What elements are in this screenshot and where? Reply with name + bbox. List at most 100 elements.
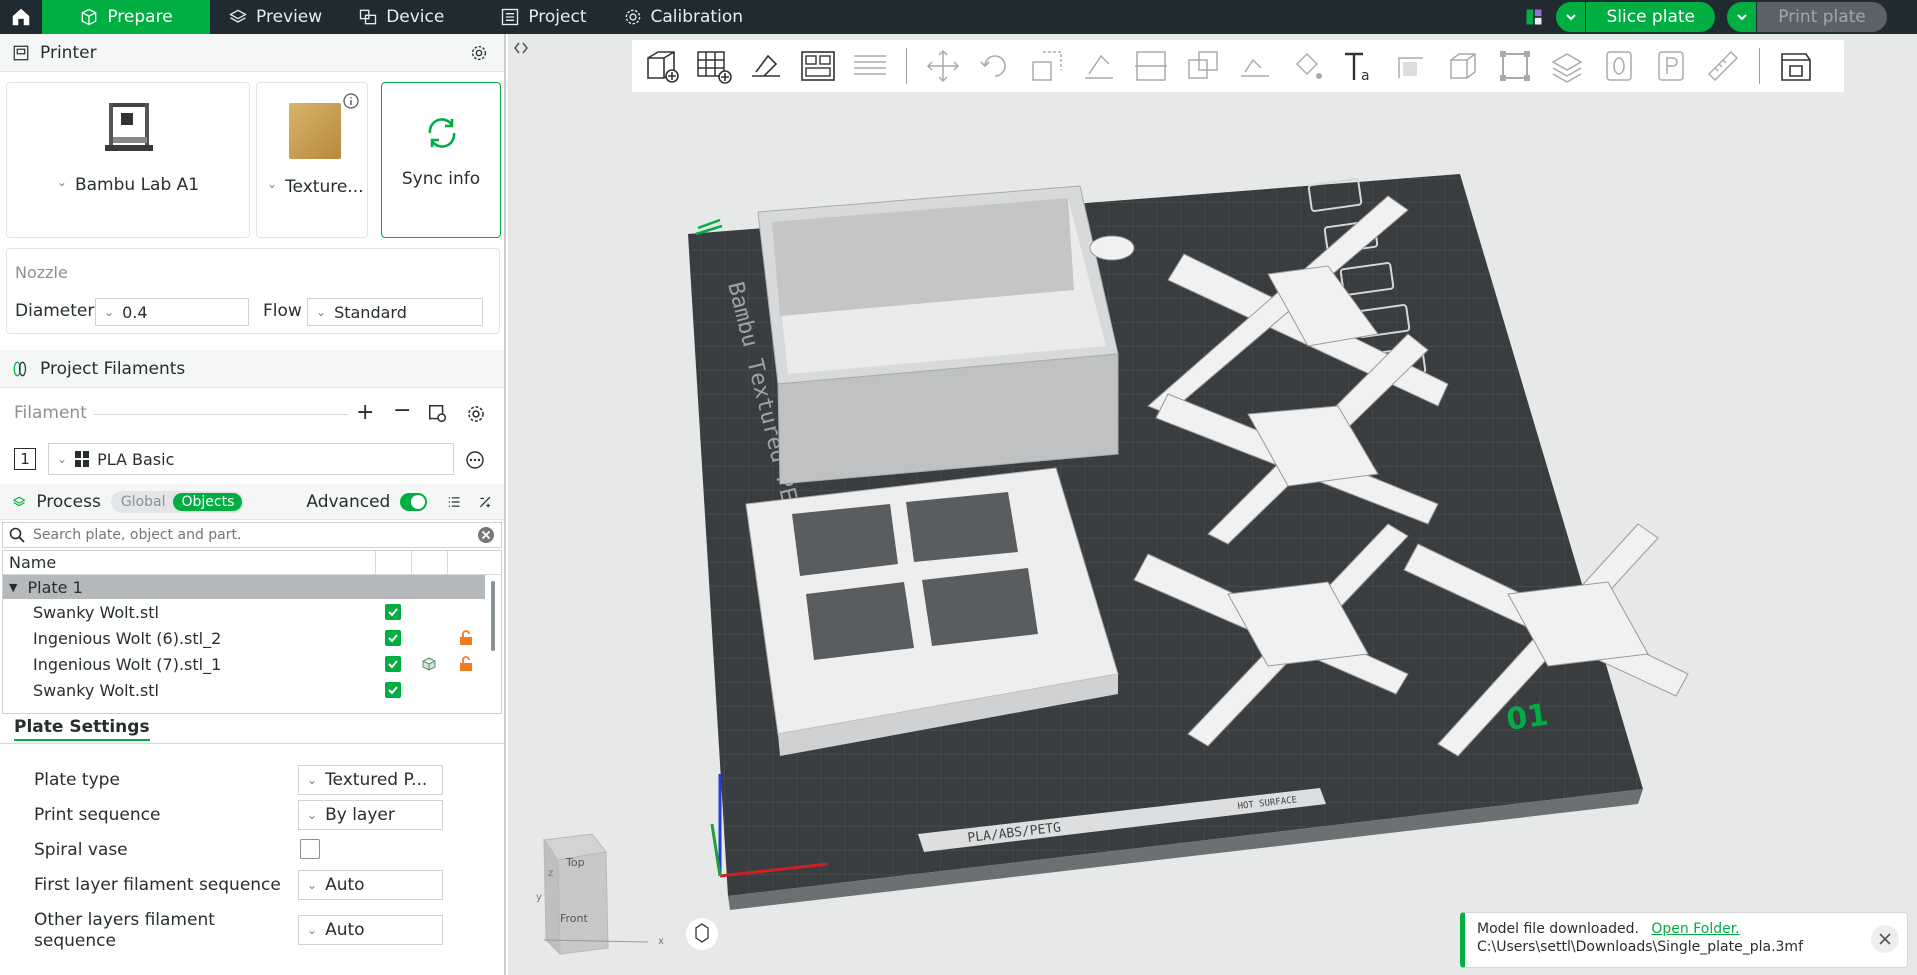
tab-label: Prepare <box>107 7 173 27</box>
advanced-toggle[interactable] <box>400 492 428 511</box>
add-icon[interactable]: + <box>356 400 374 425</box>
layout-icon[interactable] <box>1524 7 1544 27</box>
filaments-section-header: Project Filaments <box>0 350 504 388</box>
table-row[interactable]: Swanky Wolt.stl <box>3 677 501 703</box>
tab-label: Calibration <box>650 7 744 27</box>
svg-text:y: y <box>536 892 542 903</box>
chevron-down-icon: ⌄ <box>267 177 278 191</box>
fit-view-button[interactable] <box>686 918 718 950</box>
toggle-global[interactable]: Global <box>113 494 174 510</box>
3d-viewport[interactable]: a Bambu Textured PEI Plate 01 PLA/ABS/PE… <box>508 34 1917 975</box>
flow-label: Flow <box>263 301 302 321</box>
object-name: Swanky Wolt.stl <box>33 680 159 700</box>
table-row[interactable]: Ingenious Wolt (7).stl_1 <box>3 651 501 677</box>
object-list-header: Name <box>3 551 501 575</box>
flow-select[interactable]: ⌄ Standard <box>307 298 483 326</box>
spiral-vase-label: Spiral vase <box>34 840 128 860</box>
gear-icon[interactable] <box>470 44 488 62</box>
plate-type-select[interactable]: ⌄ Textured P... <box>298 765 443 795</box>
print-sequence-select[interactable]: ⌄ By layer <box>298 800 443 830</box>
advanced-label: Advanced <box>306 491 391 512</box>
tab-device[interactable]: Device <box>340 0 462 34</box>
sync-info-button[interactable]: Sync info <box>381 82 501 238</box>
plate-image <box>289 103 341 159</box>
first-layer-value: Auto <box>325 875 365 895</box>
toast-close-button[interactable] <box>1871 925 1899 953</box>
chevron-down-icon[interactable]: ▼ <box>9 581 17 594</box>
chevron-down-icon: ⌄ <box>316 305 327 319</box>
first-layer-sequence-label: First layer filament sequence <box>34 875 281 895</box>
filament-index: 1 <box>14 448 36 470</box>
model-cup[interactable] <box>1089 235 1135 261</box>
plate-label: Plate 1 <box>27 577 83 597</box>
object-name: Ingenious Wolt (6).stl_2 <box>33 628 222 648</box>
home-button[interactable] <box>0 0 42 34</box>
table-row[interactable]: Ingenious Wolt (6).stl_2 <box>3 625 501 651</box>
column-name: Name <box>9 553 57 572</box>
tab-prepare[interactable]: Prepare <box>42 0 210 34</box>
search-input[interactable] <box>33 527 453 543</box>
plate-card[interactable]: ⌄ Texture... <box>256 82 368 238</box>
chevron-down-icon: ⌄ <box>307 808 318 822</box>
print-sequence-value: By layer <box>325 805 395 825</box>
nozzle-title: Nozzle <box>15 263 68 282</box>
object-name: Ingenious Wolt (7).stl_1 <box>33 654 222 674</box>
printer-section-header: Printer <box>0 34 504 72</box>
build-plate-scene[interactable]: Bambu Textured PEI Plate 01 PLA/ABS/PETG… <box>508 34 1917 975</box>
other-layers-sequence-select[interactable]: ⌄ Auto <box>298 915 443 945</box>
global-objects-toggle[interactable]: Global Objects <box>110 490 245 513</box>
list-icon[interactable] <box>447 493 461 511</box>
svg-text:x: x <box>658 936 664 947</box>
toast-path: C:\Users\settl\Downloads\Single_plate_pl… <box>1477 939 1803 955</box>
model-box[interactable] <box>757 185 1119 485</box>
search-box[interactable] <box>2 522 502 548</box>
diameter-select[interactable]: ⌄ 0.4 <box>95 298 249 326</box>
chevron-down-icon[interactable] <box>1727 2 1757 32</box>
svg-text:Front: Front <box>560 912 589 925</box>
filament-select[interactable]: ⌄ PLA Basic <box>48 443 454 475</box>
compare-icon[interactable] <box>478 493 492 511</box>
spiral-vase-checkbox[interactable] <box>300 839 320 859</box>
modifier-cube-icon[interactable] <box>421 656 437 672</box>
view-cube[interactable]: Top Front z y x <box>536 833 664 956</box>
visible-checkbox[interactable] <box>385 682 401 698</box>
remove-icon[interactable]: − <box>393 398 411 423</box>
process-section-header: Process Global Objects Advanced <box>0 484 504 520</box>
open-folder-link[interactable]: Open Folder. <box>1651 921 1739 937</box>
lock-icon[interactable] <box>459 656 473 672</box>
diameter-label: Diameter <box>15 301 95 321</box>
plate-row[interactable]: ▼ Plate 1 <box>3 575 485 599</box>
lock-icon[interactable] <box>459 630 473 646</box>
toast-message: Model file downloaded. <box>1477 921 1639 937</box>
toggle-objects[interactable]: Objects <box>173 492 243 511</box>
object-name: Swanky Wolt.stl <box>33 602 159 622</box>
plate-settings-tab[interactable]: Plate Settings <box>14 717 150 741</box>
tab-calibration[interactable]: Calibration <box>605 0 762 34</box>
sync-label: Sync info <box>401 169 481 189</box>
scrollbar[interactable] <box>491 581 495 651</box>
print-plate-button[interactable]: Print plate <box>1727 2 1887 32</box>
more-icon[interactable] <box>465 450 485 470</box>
diameter-value: 0.4 <box>122 302 148 322</box>
slice-plate-button[interactable]: Slice plate <box>1556 2 1715 32</box>
info-icon[interactable] <box>343 93 359 109</box>
tab-project[interactable]: Project <box>482 0 604 34</box>
chevron-down-icon[interactable] <box>1556 2 1587 32</box>
visible-checkbox[interactable] <box>385 630 401 646</box>
layers-icon <box>229 9 247 23</box>
print-sequence-label: Print sequence <box>34 805 161 825</box>
search-icon <box>9 527 25 543</box>
top-actions: Slice plate Print plate <box>1524 0 1917 34</box>
filament-edit-icon[interactable] <box>427 403 449 425</box>
clear-icon[interactable] <box>477 526 495 544</box>
svg-text:Top: Top <box>565 856 585 869</box>
visible-checkbox[interactable] <box>385 604 401 620</box>
printer-card[interactable]: ⌄ Bambu Lab A1 <box>6 82 250 238</box>
gear-icon[interactable] <box>466 404 486 424</box>
visible-checkbox[interactable] <box>385 656 401 672</box>
download-notification: Model file downloaded. Open Folder. C:\U… <box>1460 912 1908 968</box>
tab-preview[interactable]: Preview <box>210 0 340 34</box>
first-layer-sequence-select[interactable]: ⌄ Auto <box>298 870 443 900</box>
table-row[interactable]: Swanky Wolt.stl <box>3 599 501 625</box>
filament-icon <box>13 361 27 376</box>
